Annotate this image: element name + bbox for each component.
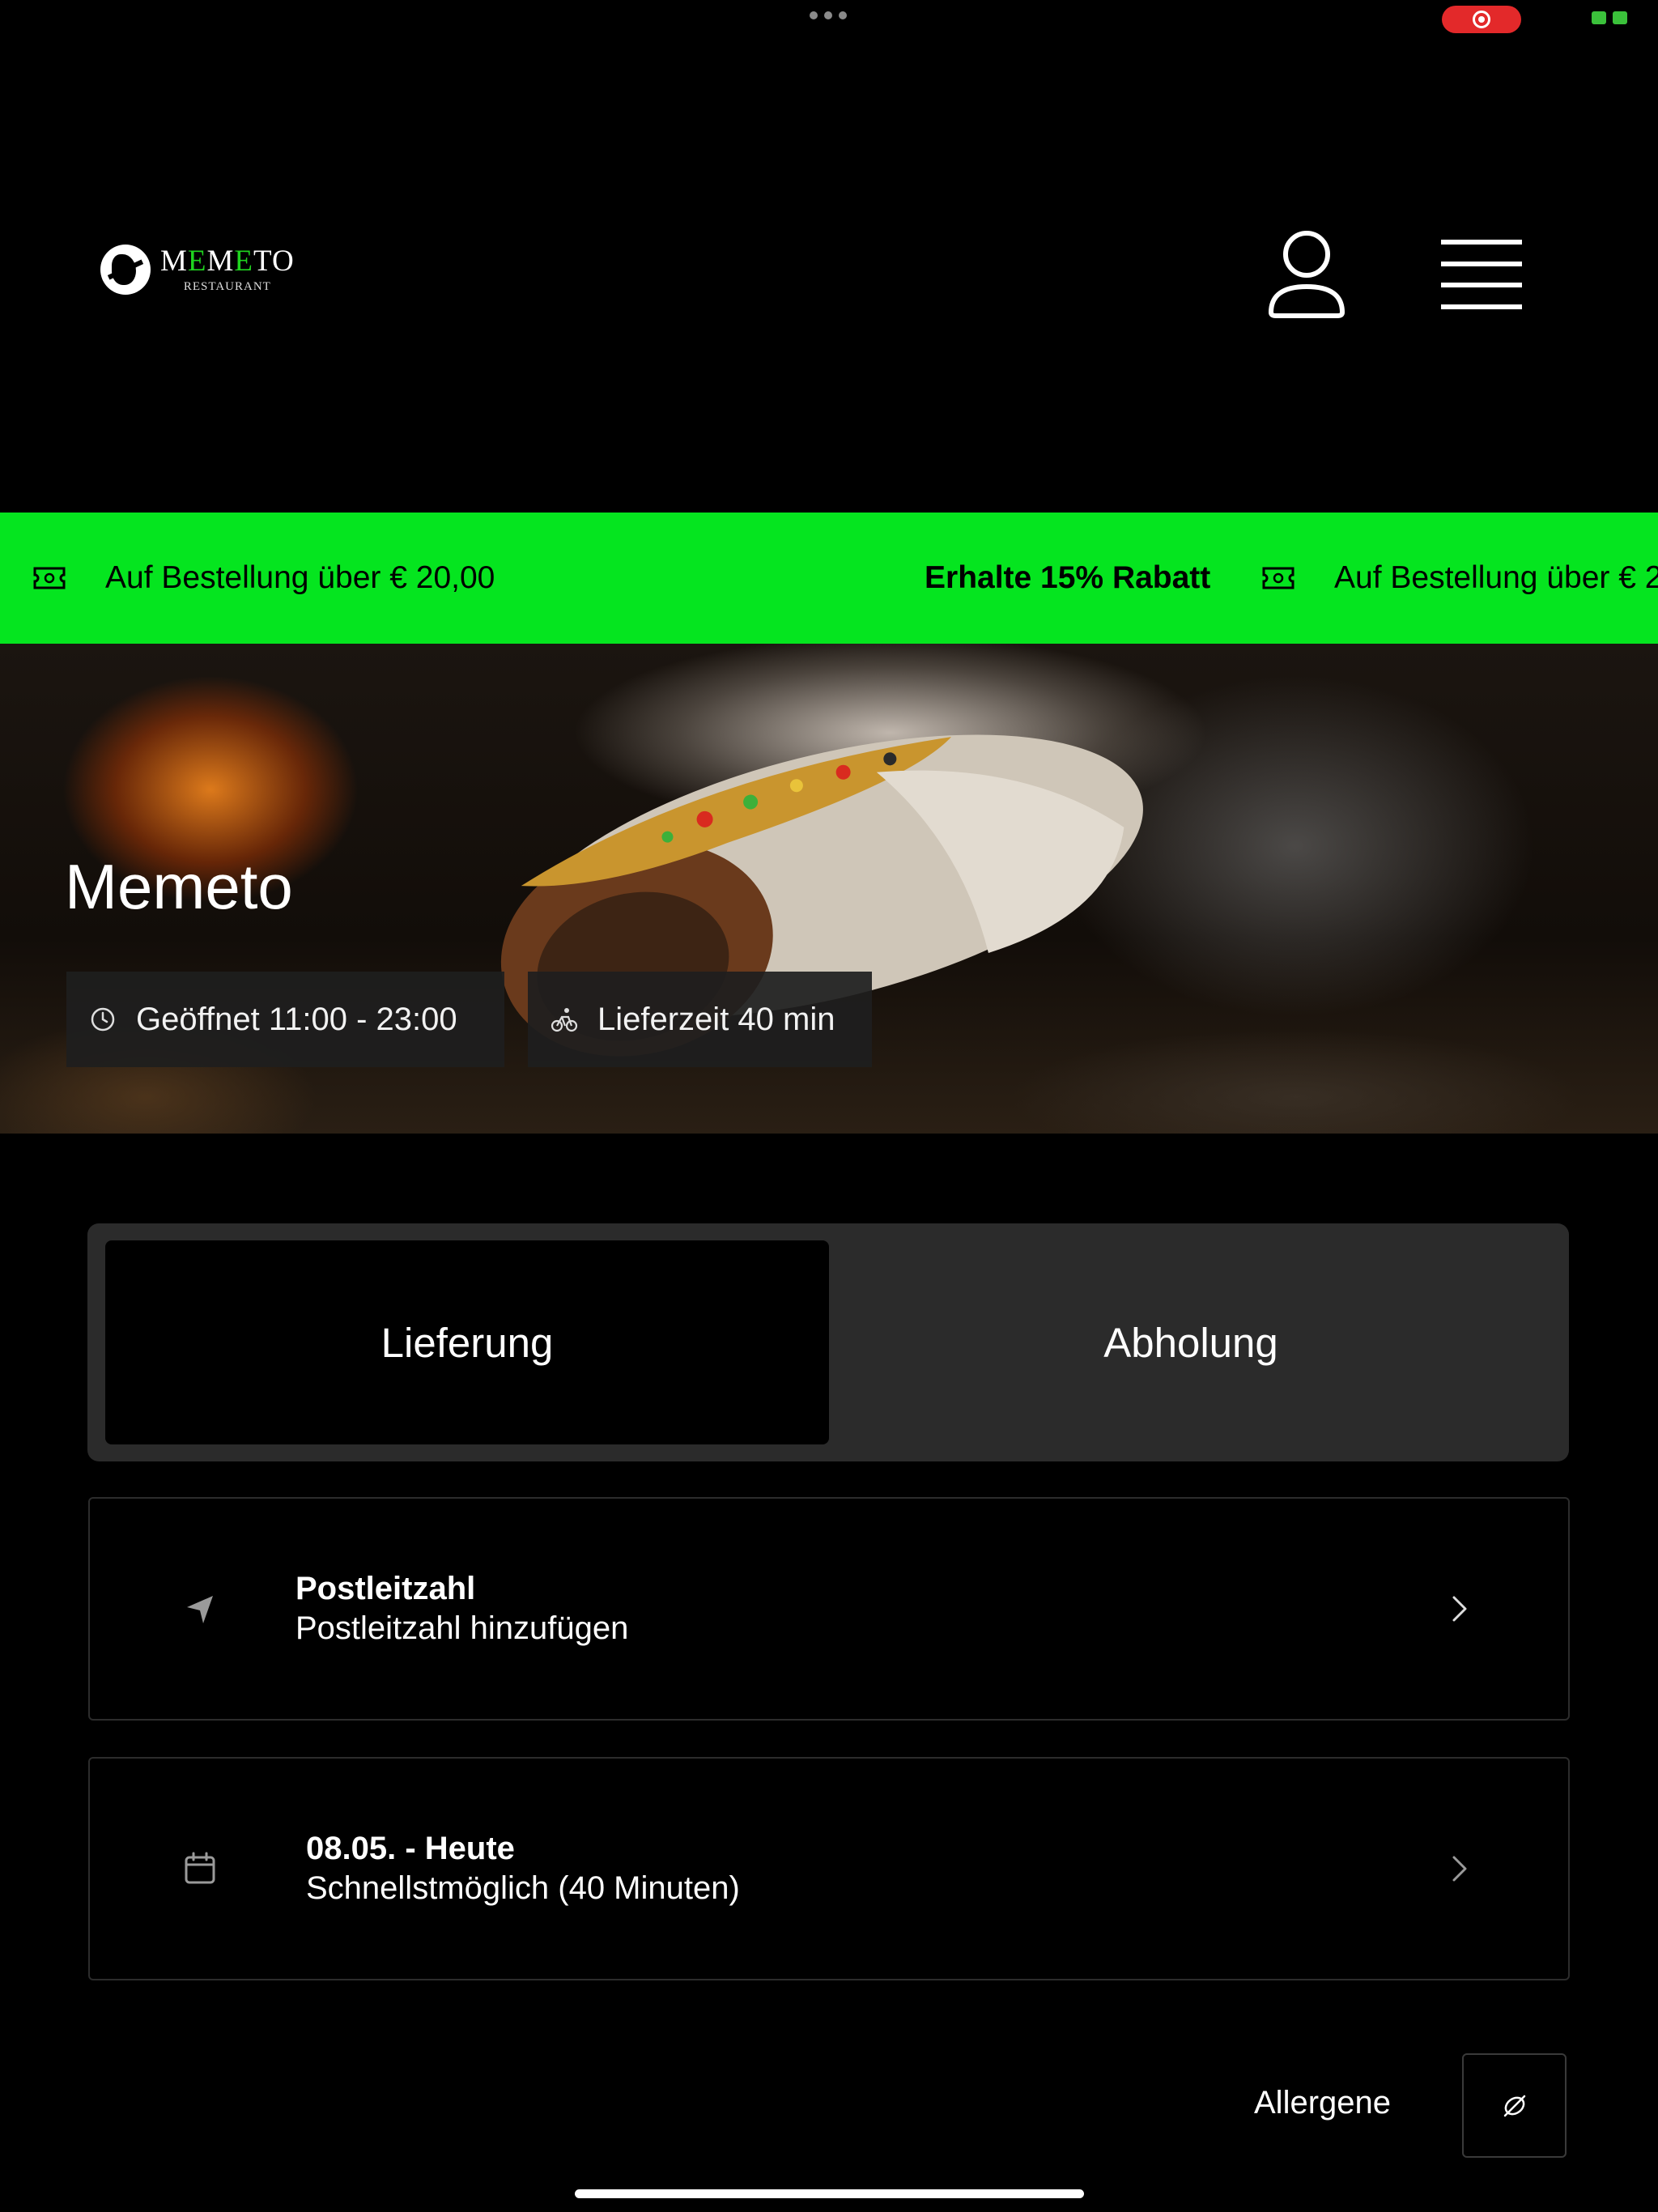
restaurant-logo[interactable]: MEMETO RESTAURANT bbox=[100, 245, 295, 295]
multitasking-dots[interactable] bbox=[810, 11, 847, 19]
delivery-time-chip: Lieferzeit 40 min bbox=[528, 972, 872, 1067]
clock-icon bbox=[91, 1007, 115, 1032]
tab-delivery[interactable]: Lieferung bbox=[105, 1240, 829, 1444]
location-arrow-icon bbox=[187, 1596, 213, 1623]
ticket-icon bbox=[1262, 567, 1295, 589]
opening-hours-text: Geöffnet 11:00 - 23:00 bbox=[136, 1001, 457, 1037]
postal-code-title: Postleitzahl bbox=[295, 1571, 476, 1606]
chevron-right-icon bbox=[1452, 1596, 1467, 1622]
allergens-button[interactable] bbox=[1462, 2053, 1567, 2158]
allergen-icon bbox=[1503, 2095, 1525, 2116]
postal-code-card[interactable]: Postleitzahl Postleitzahl hinzufügen bbox=[88, 1497, 1570, 1721]
postal-code-subtitle: Postleitzahl hinzufügen bbox=[295, 1610, 629, 1646]
promo-item: Auf Bestellung über € 20,00 bbox=[1261, 513, 1658, 644]
delivery-date-title: 08.05. - Heute bbox=[306, 1831, 515, 1866]
hamburger-menu-icon[interactable] bbox=[1441, 240, 1522, 309]
logo-wordmark: MEMETO bbox=[160, 245, 295, 278]
logo-subtitle: RESTAURANT bbox=[183, 280, 271, 293]
opening-hours-chip: Geöffnet 11:00 - 23:00 bbox=[66, 972, 504, 1067]
promo-item: Erhalte 15% Rabatt bbox=[925, 513, 1210, 644]
battery-icon bbox=[1592, 11, 1627, 28]
calendar-icon bbox=[185, 1852, 215, 1884]
bicycle-courier-icon bbox=[551, 1008, 578, 1032]
delivery-date-subtitle: Schnellstmöglich (40 Minuten) bbox=[306, 1870, 740, 1906]
ticket-icon bbox=[33, 567, 66, 589]
restaurant-name: Memeto bbox=[65, 851, 293, 922]
tab-pickup[interactable]: Abholung bbox=[829, 1240, 1553, 1444]
user-account-icon[interactable] bbox=[1265, 228, 1349, 319]
promo-item: Auf Bestellung über € 20,00 bbox=[32, 513, 495, 644]
allergens-label[interactable]: Allergene bbox=[1254, 2085, 1391, 2121]
promo-banner: Auf Bestellung über € 20,00 Erhalte 15% … bbox=[0, 513, 1658, 644]
delivery-time-text: Lieferzeit 40 min bbox=[597, 1001, 835, 1037]
logo-emblem-icon bbox=[100, 245, 151, 295]
delivery-date-card[interactable]: 08.05. - Heute Schnellstmöglich (40 Minu… bbox=[88, 1757, 1570, 1980]
promo-text: Auf Bestellung über € 20,00 bbox=[1334, 560, 1658, 595]
record-icon bbox=[1473, 11, 1490, 28]
chevron-right-icon bbox=[1452, 1856, 1467, 1882]
promo-text: Auf Bestellung über € 20,00 bbox=[105, 560, 495, 595]
promo-discount-text: Erhalte 15% Rabatt bbox=[925, 560, 1211, 595]
order-mode-toggle: Lieferung Abholung bbox=[87, 1223, 1569, 1461]
screen-recording-indicator[interactable] bbox=[1442, 6, 1521, 33]
home-indicator[interactable] bbox=[575, 2189, 1084, 2198]
